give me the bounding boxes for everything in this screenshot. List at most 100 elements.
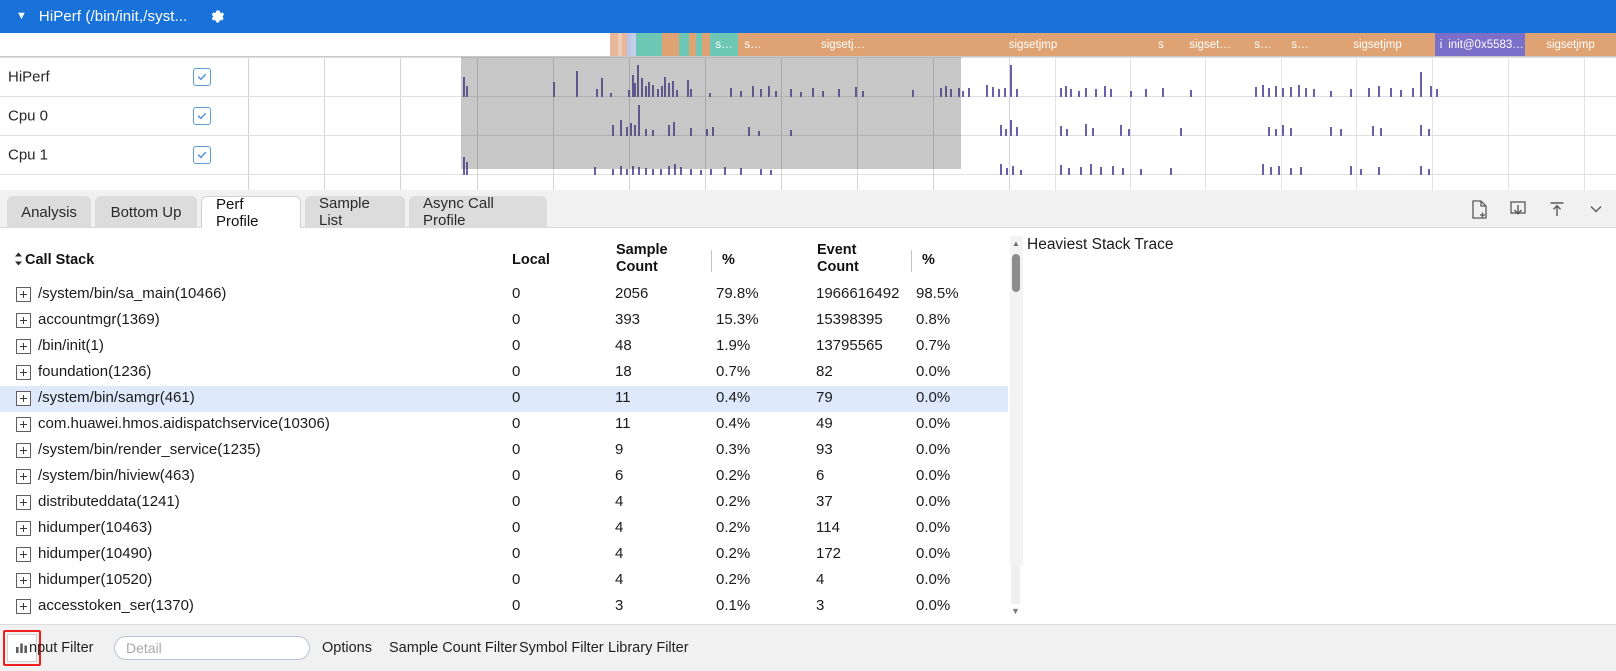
timeline-panel[interactable]: CallChart [cpu0]HiPerfCpu 0Cpu 1 s…s…sig…: [0, 33, 1616, 190]
sample-bar: [1290, 128, 1292, 136]
column-header-local[interactable]: Local: [512, 252, 550, 269]
expand-plus-icon[interactable]: [16, 313, 31, 328]
cell-local: 0: [512, 493, 521, 510]
callchart-segment[interactable]: s…: [1246, 33, 1280, 57]
callchart-segment[interactable]: sigsetjmp: [1320, 33, 1435, 57]
import-icon[interactable]: [1508, 199, 1528, 219]
table-row[interactable]: hidumper(10490) 0 4 0.2% 172 0.0%: [0, 542, 1010, 568]
callchart-segment-init[interactable]: init@0x5583…: [1447, 33, 1525, 57]
expand-plus-icon[interactable]: [16, 495, 31, 510]
cell-sample-count: 48: [615, 337, 632, 354]
sample-bar: [1112, 166, 1114, 175]
sample-bar: [1420, 72, 1422, 97]
options-button[interactable]: Options: [322, 640, 372, 656]
callchart-segment[interactable]: [689, 33, 696, 57]
table-row[interactable]: foundation(1236) 0 18 0.7% 82 0.0%: [0, 360, 1010, 386]
scroll-up-icon[interactable]: ▲: [1012, 238, 1020, 249]
cell-event-pct: 0.0%: [916, 389, 951, 406]
sample-bar: [1275, 86, 1277, 97]
expand-plus-icon[interactable]: [16, 469, 31, 484]
sample-bar: [1104, 86, 1106, 97]
sample-bar: [1140, 169, 1142, 175]
expand-plus-icon[interactable]: [16, 287, 31, 302]
callchart-segment[interactable]: s…: [738, 33, 768, 57]
expand-plus-icon[interactable]: [16, 365, 31, 380]
callchart-segment[interactable]: [610, 33, 618, 57]
table-row[interactable]: /system/bin/sa_main(10466) 0 2056 79.8% 1966…: [0, 282, 1010, 308]
sample-bar: [940, 88, 942, 97]
scroll-down-icon[interactable]: ▼: [1011, 605, 1020, 617]
table-row[interactable]: /system/bin/hiview(463) 0 6 0.2% 6 0.0%: [0, 464, 1010, 490]
callchart-segment[interactable]: [679, 33, 689, 57]
table-row[interactable]: /system/bin/samgr(461) 0 11 0.4% 79 0.0%: [0, 386, 1010, 412]
tab-analysis[interactable]: Analysis: [7, 196, 91, 228]
detail-filter-input[interactable]: [114, 636, 310, 660]
gear-icon[interactable]: [209, 8, 226, 25]
chevron-down-icon[interactable]: [1586, 199, 1606, 219]
new-file-icon[interactable]: [1469, 199, 1489, 219]
tab-async-call-profile[interactable]: Async Call Profile: [409, 195, 547, 229]
sample-bar: [912, 90, 914, 97]
table-row[interactable]: hidumper(10520) 0 4 0.2% 4 0.0%: [0, 568, 1010, 594]
callchart-segment[interactable]: [702, 33, 710, 57]
table-row[interactable]: com.huawei.hmos.aidispatchservice(10306)…: [0, 412, 1010, 438]
column-header-event-pct[interactable]: %: [911, 250, 935, 272]
callchart-segment[interactable]: sigsetj…: [768, 33, 918, 57]
tab-perf-profile[interactable]: Perf Profile: [201, 196, 301, 230]
callchart-color-strip[interactable]: s… s… sigsetj… sigsetjmp s sigset… s… s… sigsetj…: [0, 33, 1616, 57]
sort-updown-icon[interactable]: [12, 250, 25, 268]
export-icon[interactable]: [1547, 199, 1567, 219]
callchart-segment[interactable]: s…: [710, 33, 738, 57]
table-row[interactable]: accesstoken_ser(1370) 0 3 0.1% 3 0.0%: [0, 594, 1010, 618]
cell-local: 0: [512, 285, 521, 302]
table-row[interactable]: accountmgr(1369) 0 393 15.3% 15398395 0.8%: [0, 308, 1010, 334]
callchart-segment[interactable]: [662, 33, 679, 57]
callchart-segment[interactable]: sigset…: [1174, 33, 1246, 57]
perf-profile-table[interactable]: Call Stack Local Sample Count % Event Co…: [0, 228, 1010, 618]
cell-event-count: 172: [816, 545, 842, 562]
sample-bar: [1080, 167, 1082, 175]
column-header-sample-pct[interactable]: %: [711, 250, 735, 272]
sample-bar: [660, 169, 662, 175]
tab-bottom-up[interactable]: Bottom Up: [95, 196, 197, 228]
window-title: HiPerf (/bin/init,/syst...: [38, 8, 188, 25]
sample-count-filter-button[interactable]: Sample Count Filter: [389, 640, 517, 656]
sample-bar: [1378, 167, 1380, 175]
expand-plus-icon[interactable]: [16, 391, 31, 406]
column-header-event-count[interactable]: Event Count: [817, 242, 879, 276]
sample-bar: [626, 169, 628, 175]
expand-plus-icon[interactable]: [16, 573, 31, 588]
input-filter-label: nput Filter: [29, 640, 94, 656]
expand-plus-icon[interactable]: [16, 339, 31, 354]
expand-plus-icon[interactable]: [16, 417, 31, 432]
heaviest-stack-scrollbar[interactable]: ▲: [1010, 236, 1023, 566]
expand-plus-icon[interactable]: [16, 599, 31, 614]
sample-bar: [992, 87, 994, 97]
tab-sample-list[interactable]: Sample List: [305, 195, 405, 229]
expand-plus-icon[interactable]: [16, 521, 31, 536]
table-row[interactable]: distributeddata(1241) 0 4 0.2% 37 0.0%: [0, 490, 1010, 516]
callchart-segment[interactable]: sigsetjmp: [1525, 33, 1616, 57]
sample-bar: [1400, 90, 1402, 97]
scrollbar-thumb[interactable]: [1012, 254, 1020, 292]
callchart-segment[interactable]: sigsetjmp: [918, 33, 1148, 57]
callchart-segment[interactable]: [636, 33, 662, 57]
cell-event-pct: 0.0%: [916, 441, 951, 458]
symbol-filter-button[interactable]: Symbol Filter: [519, 640, 604, 656]
column-header-call-stack[interactable]: Call Stack: [25, 252, 94, 269]
callchart-segment-init-marker[interactable]: i: [1435, 33, 1447, 57]
table-row[interactable]: hidumper(10463) 0 4 0.2% 114 0.0%: [0, 516, 1010, 542]
expand-plus-icon[interactable]: [16, 547, 31, 562]
sample-bar: [668, 166, 670, 175]
chevron-down-icon[interactable]: ▼: [16, 11, 27, 22]
callchart-segment[interactable]: s: [1148, 33, 1174, 57]
table-row[interactable]: /bin/init(1) 0 48 1.9% 13795565 0.7%: [0, 334, 1010, 360]
sample-bar: [1390, 88, 1392, 97]
column-header-sample-count[interactable]: Sample Count: [616, 242, 680, 276]
table-row[interactable]: /system/bin/render_service(1235) 0 9 0.3% 93…: [0, 438, 1010, 464]
sample-bar: [712, 127, 714, 136]
expand-plus-icon[interactable]: [16, 443, 31, 458]
cell-call-stack: accesstoken_ser(1370): [38, 597, 194, 614]
callchart-segment[interactable]: s…: [1280, 33, 1320, 57]
library-filter-button[interactable]: Library Filter: [608, 640, 689, 656]
